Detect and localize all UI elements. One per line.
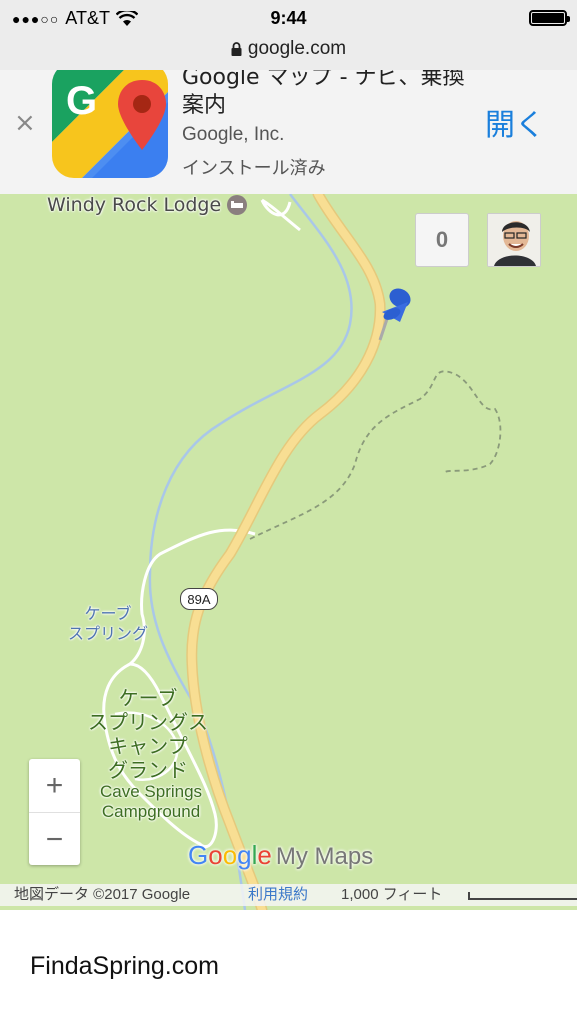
route-shield-89a: 89A: [180, 588, 218, 610]
logo-letter: g: [237, 840, 252, 870]
zoom-control: + −: [29, 759, 80, 865]
close-icon[interactable]: ×: [14, 110, 36, 136]
battery-icon: [529, 10, 570, 26]
map-view[interactable]: Windy Rock Lodge 0 89A ケーブ スプリング ケーブ スプリ…: [0, 194, 577, 910]
camp-en-line: Campground: [101, 802, 201, 821]
google-maps-app-icon: G: [52, 70, 168, 178]
scale-label: 1,000 フィート: [341, 886, 443, 903]
camp-jp-line: グランド: [108, 758, 188, 782]
open-app-button[interactable]: 開く: [485, 100, 545, 144]
map-data-credit: 地図データ ©2017 Google: [14, 886, 191, 903]
camp-jp-line: キャンプ: [108, 734, 188, 758]
install-status: インストール済み: [182, 158, 326, 179]
lock-icon: [231, 42, 242, 56]
url-domain: google.com: [247, 38, 347, 59]
hotel-icon: [227, 195, 248, 215]
camp-jp-line: ケーブ: [118, 686, 178, 710]
camp-en-line: Cave Springs: [100, 782, 203, 801]
campground-label-jp[interactable]: ケーブ スプリングス キャンプ グランド: [88, 686, 208, 782]
lodge-label[interactable]: Windy Rock Lodge: [47, 194, 248, 216]
campground-label-en[interactable]: Cave Springs Campground: [100, 782, 202, 822]
app-install-banner: × G Google マップ - ナビ、乗換案内 Google, Inc. イン…: [0, 70, 577, 195]
svg-text:G: G: [66, 79, 97, 123]
user-avatar[interactable]: [487, 213, 541, 267]
logo-letter: o: [208, 840, 223, 870]
site-title-link[interactable]: FindaSpring.com: [30, 952, 219, 981]
zoom-out-button[interactable]: −: [29, 813, 80, 866]
clock: 9:44: [270, 8, 307, 28]
cave-label-line: ケーブ: [84, 604, 132, 623]
google-my-maps-logo: Google My Maps: [188, 840, 373, 871]
app-publisher: Google, Inc.: [182, 124, 285, 145]
cave-label-line: スプリング: [68, 624, 149, 643]
url-bar[interactable]: google.com: [0, 36, 577, 71]
camp-jp-line: スプリングス: [88, 710, 208, 734]
map-attribution: 地図データ ©2017 Google 利用規約 1,000 フィート: [0, 884, 577, 906]
logo-letter: e: [257, 840, 272, 870]
side-road-lodge: [260, 198, 301, 232]
logo-letter: o: [222, 840, 238, 870]
pushpin-icon: [378, 288, 411, 341]
page-footer: FindaSpring.com: [0, 910, 577, 1024]
scale-bar: [468, 892, 577, 900]
app-title: Google マップ - ナビ、乗換案内: [182, 70, 465, 118]
status-bar: ●●●○○ AT&T 9:44: [0, 0, 577, 36]
logo-letter: G: [188, 840, 209, 870]
map-features: [102, 194, 502, 910]
terms-link[interactable]: 利用規約: [248, 884, 308, 906]
zoom-in-button[interactable]: +: [29, 759, 80, 813]
lodge-label-text: Windy Rock Lodge: [47, 194, 222, 216]
logo-suffix: My Maps: [275, 843, 374, 870]
layer-counter-button[interactable]: 0: [415, 213, 469, 267]
cave-spring-label[interactable]: ケーブ スプリング: [68, 604, 148, 644]
